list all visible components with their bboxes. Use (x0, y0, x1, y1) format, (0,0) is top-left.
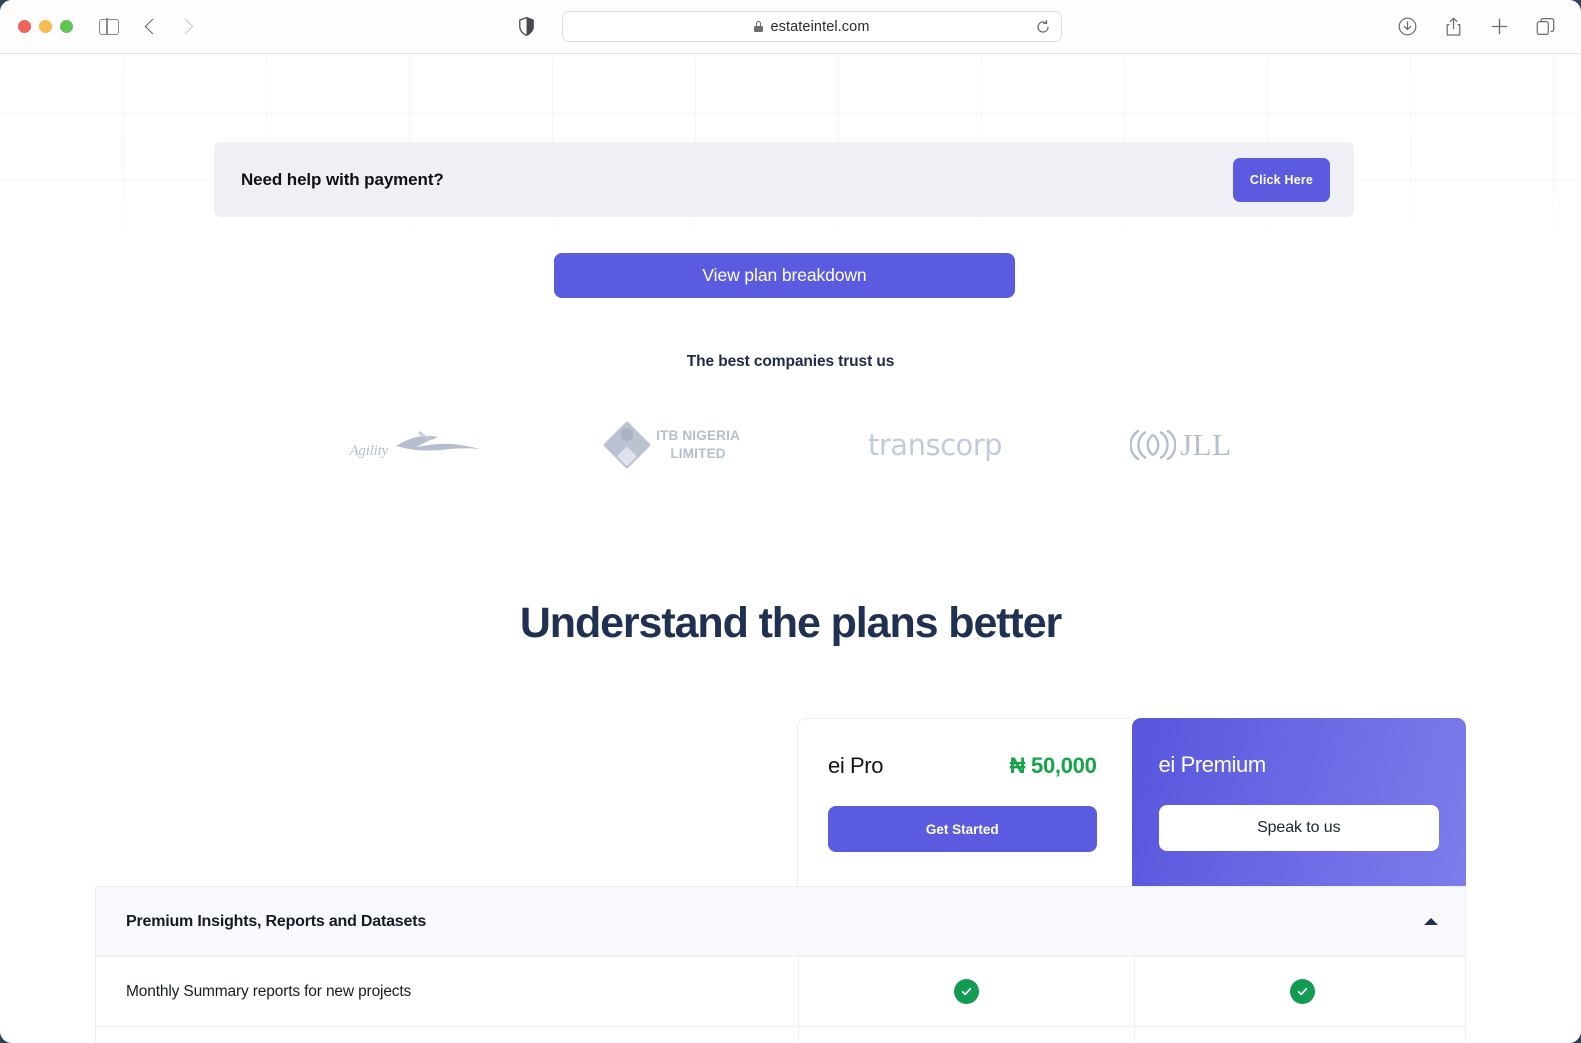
itb-logo-text: ITB NIGERIA LIMITED (656, 427, 740, 463)
back-arrow-icon[interactable] (144, 18, 161, 35)
navigation-arrows (144, 18, 194, 35)
window-controls (18, 20, 73, 33)
trust-logo-strip: Agility ITB NIGERIA LIMITED transcorp JL… (0, 414, 1581, 476)
feature-cell-premium (1134, 957, 1465, 1026)
plan-name-pro: ei Pro (828, 753, 884, 778)
page-title: Understand the plans better (519, 599, 1062, 647)
url-text: estateintel.com (770, 18, 870, 35)
feature-group-title: Premium Insights, Reports and Datasets (126, 912, 427, 930)
table-row: Real estate datasets in Excel for easy d… (96, 1027, 1465, 1043)
maximize-window-button[interactable] (60, 20, 73, 33)
privacy-shield-icon[interactable] (519, 17, 534, 36)
lock-icon (754, 21, 764, 32)
tab-overview-icon[interactable] (1536, 17, 1555, 36)
itb-diamond-icon (603, 420, 652, 470)
payment-help-banner: Need help with payment? Click Here (214, 142, 1354, 217)
agility-logo: Agility (349, 428, 482, 462)
itb-line-2: LIMITED (670, 446, 726, 461)
transcorp-logo-text: transcorp (868, 428, 1003, 462)
transcorp-logo: transcorp (868, 428, 1003, 462)
feature-label: Monthly Summary reports for new projects (126, 982, 412, 1000)
share-icon[interactable] (1444, 17, 1463, 36)
minimize-window-button[interactable] (39, 20, 52, 33)
trust-strip-title: The best companies trust us (686, 353, 895, 370)
feature-cell-premium (1134, 1027, 1465, 1043)
screen-root: estateintel.com Need help with payment? … (0, 0, 1581, 1043)
plan-card-header-premium: ei Premium (1159, 752, 1439, 778)
feature-comparison-table: Premium Insights, Reports and Datasets M… (95, 886, 1466, 1043)
plan-cards-row: ei Pro ₦ 50,000 Get Started ei Premium S… (797, 718, 1466, 886)
url-inner: estateintel.com (754, 19, 869, 35)
toolbar-actions (1398, 17, 1555, 36)
plan-card-ei-pro: ei Pro ₦ 50,000 Get Started (797, 718, 1132, 886)
address-bar[interactable]: estateintel.com (562, 11, 1062, 42)
plus-icon[interactable] (1490, 17, 1509, 36)
agility-bird-icon (396, 431, 481, 451)
jll-waves-icon (1130, 430, 1177, 460)
view-plan-breakdown-button[interactable]: View plan breakdown (554, 253, 1015, 298)
jll-logo-text: JLL (1180, 427, 1232, 462)
agility-logo-text: Agility (349, 443, 389, 459)
page-content: Need help with payment? Click Here View … (0, 54, 1581, 1043)
plans-comparison: ei Pro ₦ 50,000 Get Started ei Premium S… (95, 718, 1466, 1043)
payment-help-text: Need help with payment? (241, 169, 444, 189)
check-circle-icon (954, 979, 979, 1004)
close-window-button[interactable] (18, 20, 31, 33)
reload-icon[interactable] (1036, 19, 1050, 34)
plan-card-ei-premium: ei Premium Speak to us (1131, 718, 1466, 886)
browser-window: estateintel.com Need help with payment? … (0, 0, 1581, 1043)
speak-to-us-button[interactable]: Speak to us (1158, 805, 1439, 851)
feature-cell-pro (798, 1027, 1134, 1043)
plan-name-premium: ei Premium (1158, 752, 1267, 777)
browser-toolbar: estateintel.com (0, 0, 1581, 54)
forward-arrow-icon (177, 18, 194, 35)
table-row: Monthly Summary reports for new projects (96, 957, 1465, 1027)
url-zone: estateintel.com (0, 0, 1581, 53)
sidebar-toggle-icon[interactable] (99, 17, 119, 36)
plan-card-header-pro: ei Pro ₦ 50,000 (828, 753, 1097, 779)
jll-logo: JLL (1130, 427, 1231, 463)
plan-price-pro: ₦ 50,000 (1009, 753, 1097, 778)
feature-group-header[interactable]: Premium Insights, Reports and Datasets (96, 887, 1465, 957)
downloads-icon[interactable] (1398, 17, 1417, 36)
itb-line-1: ITB NIGERIA (656, 428, 741, 444)
feature-label: Real estate datasets in Excel for easy d… (96, 1027, 798, 1043)
itb-nigeria-logo: ITB NIGERIA LIMITED (603, 420, 740, 470)
get-started-button[interactable]: Get Started (828, 806, 1097, 852)
check-circle-icon (1290, 979, 1315, 1004)
click-here-button[interactable]: Click Here (1233, 157, 1330, 202)
chevron-up-icon[interactable] (1424, 918, 1438, 925)
feature-cell-pro (798, 957, 1134, 1026)
